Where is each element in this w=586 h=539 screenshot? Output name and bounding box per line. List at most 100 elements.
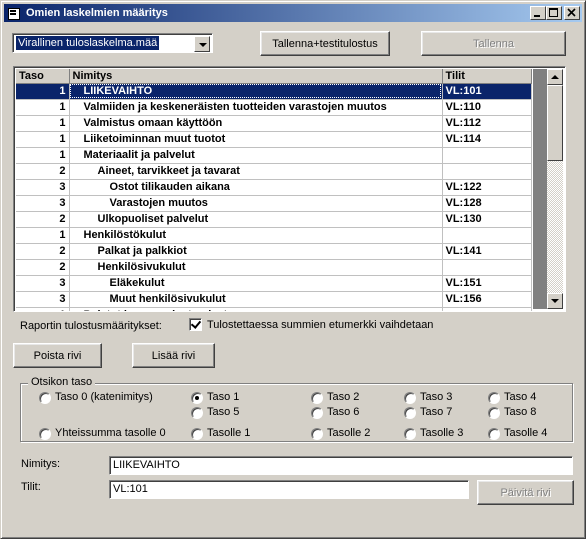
row-level-cell[interactable]: 3	[16, 179, 70, 196]
row-level-cell[interactable]: 1	[16, 83, 70, 100]
heading-level-radio[interactable]	[311, 407, 323, 419]
vertical-scrollbar[interactable]	[547, 69, 563, 309]
heading-level-radio[interactable]	[404, 428, 416, 440]
heading-level-radio-label[interactable]: Tasolle 2	[327, 427, 370, 439]
row-name-cell[interactable]: Eläkekulut	[69, 275, 443, 292]
name-field[interactable]: LIIKEVAIHTO	[109, 456, 573, 475]
column-header-name[interactable]: Nimitys	[69, 69, 443, 84]
row-level-cell[interactable]: 3	[16, 195, 70, 212]
row-level-cell[interactable]: 2	[16, 163, 70, 180]
heading-level-radio-label[interactable]: Tasolle 4	[504, 427, 547, 439]
close-icon[interactable]	[564, 6, 580, 20]
row-accounts-cell[interactable]: VL:101	[442, 83, 532, 100]
scroll-down-icon[interactable]	[547, 293, 563, 309]
table-row[interactable]: 3 Ostot tilikauden aikana VL:122	[16, 179, 532, 196]
accounts-field[interactable]: VL:101	[109, 480, 469, 499]
heading-level-radio[interactable]	[404, 392, 416, 404]
table-row[interactable]: 1 Liiketoiminnan muut tuotot VL:114	[16, 131, 532, 148]
row-name-cell[interactable]: Muut henkilösivukulut	[69, 291, 443, 308]
row-accounts-cell[interactable]	[442, 259, 532, 276]
table-row[interactable]: 3 Muut henkilösivukulut VL:156	[16, 291, 532, 308]
sign-reverse-checkbox[interactable]	[189, 318, 202, 331]
column-header-level[interactable]: Taso	[16, 69, 70, 84]
row-accounts-cell[interactable]: VL:151	[442, 275, 532, 292]
row-level-cell[interactable]: 1	[16, 131, 70, 148]
row-accounts-cell[interactable]	[442, 147, 532, 164]
row-name-cell[interactable]: Henkilösivukulut	[69, 259, 443, 276]
minimize-icon[interactable]	[530, 6, 546, 20]
heading-level-radio-label[interactable]: Taso 3	[420, 391, 452, 403]
table-row[interactable]: 1 Valmistus omaan käyttöön VL:112	[16, 115, 532, 132]
row-name-cell[interactable]: Aineet, tarvikkeet ja tavarat	[69, 163, 443, 180]
row-accounts-cell[interactable]: VL:141	[442, 243, 532, 260]
table-row[interactable]: 3 Varastojen muutos VL:128	[16, 195, 532, 212]
row-level-cell[interactable]: 2	[16, 243, 70, 260]
row-name-cell[interactable]: Valmistus omaan käyttöön	[69, 115, 443, 132]
heading-level-radio-label[interactable]: Taso 0 (katenimitys)	[55, 391, 153, 403]
row-accounts-cell[interactable]: VL:112	[442, 115, 532, 132]
row-level-cell[interactable]: 1	[16, 147, 70, 164]
scroll-thumb[interactable]	[547, 85, 563, 161]
heading-level-radio[interactable]	[488, 407, 500, 419]
heading-level-radio[interactable]	[191, 392, 203, 404]
row-accounts-cell[interactable]: VL:156	[442, 291, 532, 308]
report-select[interactable]: Virallinen tuloslaskelma.mää	[12, 33, 213, 53]
row-name-cell[interactable]: Poistot ja arvonalentumiset	[69, 307, 443, 311]
row-accounts-cell[interactable]: VL:110	[442, 99, 532, 116]
scroll-up-icon[interactable]	[547, 69, 563, 85]
save-button[interactable]: Tallenna	[421, 31, 566, 56]
sign-reverse-label[interactable]: Tulostettaessa summien etumerkki vaihdet…	[207, 319, 433, 331]
row-level-cell[interactable]: 1	[16, 227, 70, 244]
row-name-cell[interactable]: Varastojen muutos	[69, 195, 443, 212]
heading-level-radio-label[interactable]: Taso 2	[327, 391, 359, 403]
heading-level-radio-label[interactable]: Tasolle 3	[420, 427, 463, 439]
heading-level-radio-label[interactable]: Taso 8	[504, 406, 536, 418]
row-accounts-cell[interactable]	[442, 227, 532, 244]
row-accounts-cell[interactable]	[442, 163, 532, 180]
table-row[interactable]: 2 Ulkopuoliset palvelut VL:130	[16, 211, 532, 228]
row-level-cell[interactable]: 3	[16, 291, 70, 308]
row-name-cell[interactable]: Materiaalit ja palvelut	[69, 147, 443, 164]
heading-level-radio[interactable]	[311, 392, 323, 404]
heading-level-radio[interactable]	[404, 407, 416, 419]
heading-level-radio[interactable]	[191, 407, 203, 419]
save-and-test-print-button[interactable]: Tallenna+testitulostus	[260, 31, 390, 56]
column-header-accounts[interactable]: Tilit	[442, 69, 532, 84]
table-row[interactable]: 1 Henkilöstökulut	[16, 227, 532, 244]
table-row[interactable]: 1 LIIKEVAIHTO VL:101	[16, 83, 532, 100]
table-row[interactable]: 1 Valmiiden ja keskeneräisten tuotteiden …	[16, 99, 532, 116]
heading-level-radio-label[interactable]: Tasolle 1	[207, 427, 250, 439]
row-level-cell[interactable]: 1	[16, 99, 70, 116]
row-name-cell[interactable]: LIIKEVAIHTO	[69, 83, 443, 100]
row-level-cell[interactable]: 3	[16, 275, 70, 292]
heading-level-radio-label[interactable]: Taso 4	[504, 391, 536, 403]
heading-level-radio[interactable]	[311, 428, 323, 440]
row-name-cell[interactable]: Valmiiden ja keskeneräisten tuotteiden v…	[69, 99, 443, 116]
row-accounts-cell[interactable]: VL:122	[442, 179, 532, 196]
report-rows-grid[interactable]: Taso Nimitys Tilit 1 LIIKEVAIHTO VL:101 1 Va…	[13, 66, 566, 312]
heading-level-radio-label[interactable]: Taso 7	[420, 406, 452, 418]
row-name-cell[interactable]: Henkilöstökulut	[69, 227, 443, 244]
title-bar[interactable]: Omien laskelmien määritys	[4, 4, 582, 22]
heading-level-radio-label[interactable]: Taso 6	[327, 406, 359, 418]
row-accounts-cell[interactable]: VL:130	[442, 211, 532, 228]
heading-level-radio-label[interactable]: Taso 5	[207, 406, 239, 418]
row-name-cell[interactable]: Ulkopuoliset palvelut	[69, 211, 443, 228]
heading-level-radio[interactable]	[39, 392, 51, 404]
row-accounts-cell[interactable]: VL:114	[442, 131, 532, 148]
row-level-cell[interactable]: 1	[16, 115, 70, 132]
add-row-button[interactable]: Lisää rivi	[132, 343, 215, 368]
delete-row-button[interactable]: Poista rivi	[13, 343, 102, 368]
row-level-cell[interactable]: 2	[16, 259, 70, 276]
row-level-cell[interactable]: 2	[16, 211, 70, 228]
table-row[interactable]: 2 Aineet, tarvikkeet ja tavarat	[16, 163, 532, 180]
heading-level-radio[interactable]	[191, 428, 203, 440]
heading-level-radio[interactable]	[39, 428, 51, 440]
heading-level-radio-label[interactable]: Taso 1	[207, 391, 239, 403]
heading-level-radio[interactable]	[488, 392, 500, 404]
heading-level-radio-label[interactable]: Yhteissumma tasolle 0	[55, 427, 166, 439]
table-row[interactable]: 1 Materiaalit ja palvelut	[16, 147, 532, 164]
row-accounts-cell[interactable]	[442, 307, 532, 311]
table-row[interactable]: 2 Palkat ja palkkiot VL:141	[16, 243, 532, 260]
table-row[interactable]: 3 Eläkekulut VL:151	[16, 275, 532, 292]
